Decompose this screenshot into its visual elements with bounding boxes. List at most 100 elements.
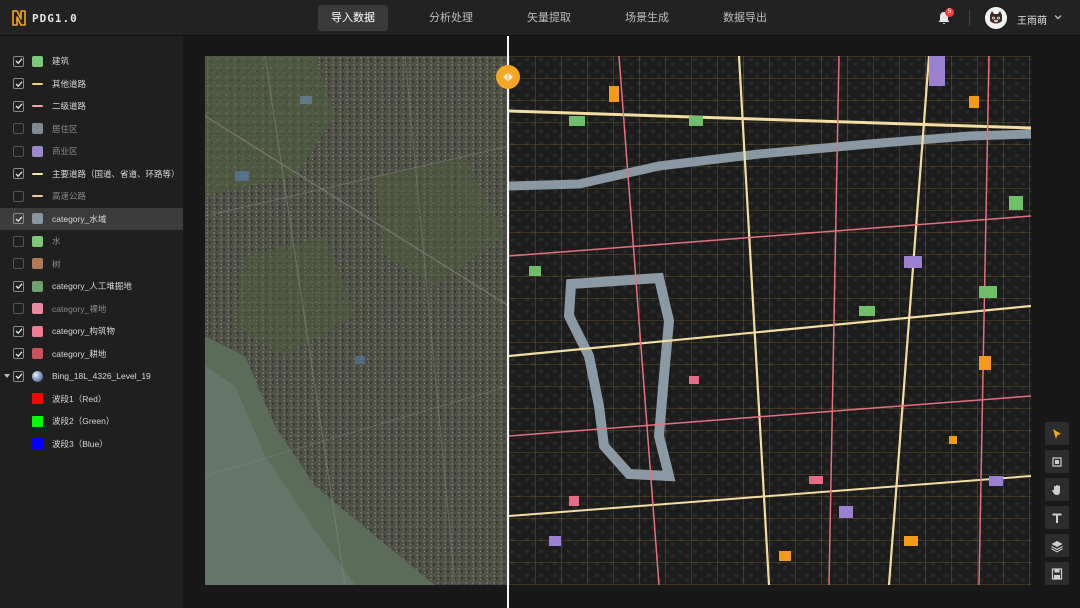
layer-swatch [32, 280, 43, 292]
layer-label: 高速公路 [52, 191, 87, 202]
layer-checkbox[interactable] [13, 213, 24, 225]
swipe-handle[interactable] [496, 65, 520, 89]
layer-swatch [32, 123, 43, 135]
tab-0[interactable]: 导入数据 [318, 5, 388, 31]
layer-label: 建筑 [52, 56, 70, 67]
layer-item[interactable]: 水 [0, 230, 183, 253]
layer-swatch [32, 213, 43, 225]
layer-label: category_人工堆掘地 [52, 281, 132, 292]
layer-label: category_裸地 [52, 303, 107, 314]
layer-item[interactable]: 树 [0, 253, 183, 276]
split-arrows-icon [503, 72, 513, 82]
layer-item[interactable]: 居住区 [0, 118, 183, 141]
avatar[interactable] [985, 7, 1007, 29]
layer-checkbox[interactable] [13, 145, 24, 157]
layers-stack-icon [1051, 540, 1063, 552]
layer-label: 水 [52, 236, 61, 247]
layer-item[interactable]: Bing_18L_4326_Level_19 [0, 365, 183, 388]
floppy-icon [1051, 567, 1063, 580]
band-swatch [32, 415, 43, 427]
layer-checkbox[interactable] [13, 258, 24, 270]
layer-label: 居住区 [52, 123, 78, 134]
swipe-divider[interactable] [507, 36, 509, 608]
layer-checkbox[interactable] [13, 303, 24, 315]
square-icon [1052, 456, 1062, 467]
layer-item[interactable]: category_裸地 [0, 298, 183, 321]
map-toolbox [1045, 422, 1069, 585]
checkmark-icon [15, 216, 22, 222]
layer-label: category_水域 [52, 213, 107, 224]
notification-badge: 5 [945, 8, 954, 17]
layer-item[interactable]: category_构筑物 [0, 320, 183, 343]
band-item[interactable]: 波段2（Green） [0, 410, 183, 433]
layer-checkbox[interactable] [13, 123, 24, 135]
text-tool[interactable] [1045, 506, 1069, 529]
layer-item[interactable]: 高速公路 [0, 185, 183, 208]
header-divider [969, 10, 970, 26]
select-tool[interactable] [1045, 450, 1069, 473]
layer-label: category_构筑物 [52, 326, 115, 337]
layer-checkbox[interactable] [13, 78, 24, 90]
layer-label: 商业区 [52, 146, 78, 157]
checkmark-icon [15, 103, 22, 110]
layer-label: 树 [52, 258, 61, 269]
hand-icon [1052, 484, 1060, 495]
layer-label: 二级道路 [52, 101, 87, 112]
layer-item[interactable]: 主要道路（国道、省道、环路等） [0, 163, 183, 186]
layer-item[interactable]: category_人工堆掘地 [0, 275, 183, 298]
raster-globe-icon [32, 370, 43, 382]
checkmark-icon [15, 283, 22, 290]
layer-checkbox[interactable] [13, 348, 24, 360]
layer-checkbox[interactable] [13, 168, 24, 180]
save-tool[interactable] [1045, 562, 1069, 585]
layer-item[interactable]: 二级道路 [0, 95, 183, 118]
layer-swatch [32, 258, 43, 270]
pointer-tool[interactable] [1045, 422, 1069, 445]
chevron-down-icon[interactable] [1053, 12, 1063, 22]
layer-checkbox[interactable] [13, 235, 24, 247]
user-name[interactable]: 王雨萌 [1017, 12, 1047, 27]
caret-down-icon[interactable] [4, 373, 10, 379]
layer-label: category_耕地 [52, 348, 107, 359]
band-label: 波段1（Red） [52, 393, 107, 404]
pan-tool[interactable] [1045, 478, 1069, 501]
tab-3[interactable]: 场景生成 [612, 5, 682, 31]
band-swatch [32, 393, 43, 405]
layer-item[interactable]: 建筑 [0, 50, 183, 73]
text-t-icon [1052, 513, 1062, 523]
band-item[interactable]: 波段1（Red） [0, 388, 183, 411]
cursor-arrow-icon [1053, 428, 1061, 439]
layer-item[interactable]: category_水域 [0, 207, 183, 230]
layer-checkbox[interactable] [13, 55, 24, 67]
layer-checkbox[interactable] [13, 100, 24, 112]
app-title: PDG1.0 [32, 11, 78, 25]
app-logo[interactable]: PDG1.0 [12, 9, 78, 27]
vector-overlay [509, 56, 1031, 585]
satellite-view[interactable] [205, 56, 509, 585]
layer-item[interactable]: 商业区 [0, 140, 183, 163]
tab-4[interactable]: 数据导出 [710, 5, 780, 31]
layer-checkbox[interactable] [13, 280, 24, 292]
layer-swatch [32, 325, 43, 337]
layer-swatch [32, 145, 43, 157]
vector-view[interactable] [509, 56, 1031, 585]
tab-1[interactable]: 分析处理 [416, 5, 486, 31]
layer-item[interactable]: category_耕地 [0, 343, 183, 366]
layers-tool[interactable] [1045, 534, 1069, 557]
layer-checkbox[interactable] [13, 370, 24, 382]
layer-swatch [32, 235, 43, 247]
band-label: 波段3（Blue） [52, 438, 108, 449]
layer-swatch [32, 105, 43, 108]
checkmark-icon [15, 171, 22, 177]
checkmark-icon [15, 373, 22, 380]
layer-label: Bing_18L_4326_Level_19 [52, 371, 151, 382]
layer-item[interactable]: 其他道路 [0, 73, 183, 96]
layer-checkbox[interactable] [13, 325, 24, 337]
layer-checkbox[interactable] [13, 190, 24, 202]
main-nav: 导入数据 分析处理 矢量提取 场景生成 数据导出 [318, 5, 780, 31]
band-item[interactable]: 波段3（Blue） [0, 433, 183, 456]
tab-2[interactable]: 矢量提取 [514, 5, 584, 31]
checkmark-icon [15, 351, 22, 357]
layer-swatch [32, 348, 43, 360]
layer-label: 其他道路 [52, 78, 87, 89]
